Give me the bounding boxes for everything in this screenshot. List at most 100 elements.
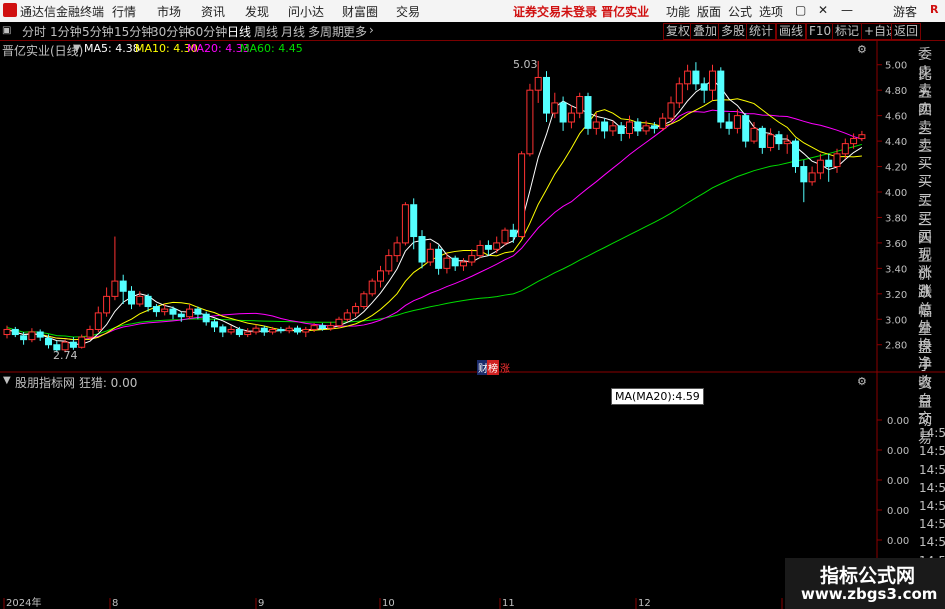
side-label: 14:56	[919, 462, 945, 477]
candle-down	[177, 313, 185, 318]
candle-up	[858, 134, 866, 140]
r-icon[interactable]: R	[930, 3, 938, 16]
candle-down	[20, 335, 28, 341]
y-tick-label: 3.60	[885, 239, 907, 250]
candle-down	[144, 295, 152, 308]
candle-up	[534, 76, 542, 91]
candle-up	[252, 327, 260, 333]
candle-up	[626, 121, 633, 134]
badge-bang[interactable]: 榜	[487, 360, 499, 375]
candle-up	[767, 134, 775, 148]
candle-up	[310, 325, 318, 330]
biaoji-button[interactable]: 标记	[832, 23, 863, 40]
candle-up	[667, 102, 675, 119]
side-label: 14:56	[919, 499, 945, 513]
candle-up	[468, 255, 476, 263]
candle-up	[269, 328, 277, 333]
menu-hangqing[interactable]: 行情	[112, 3, 136, 20]
menu-faxian[interactable]: 发现	[245, 3, 269, 20]
candle-down	[11, 328, 19, 336]
indicator-settings-icon[interactable]: ⚙	[857, 375, 867, 388]
ind-tick-label: 0.00	[887, 536, 909, 547]
ma5-legend: MA5: 4.38	[84, 42, 140, 55]
tongji-button[interactable]: 统计	[746, 23, 777, 40]
candle-down	[584, 96, 592, 129]
high-annotation: 5.03	[513, 58, 538, 71]
period-daily[interactable]: 日线	[227, 23, 251, 40]
candle-down	[194, 308, 202, 315]
menu-wenxiaoda[interactable]: 问小达	[288, 3, 324, 20]
candle-down	[800, 166, 808, 183]
huaxian-button[interactable]: 画线	[776, 23, 807, 40]
candle-down	[235, 328, 243, 336]
candle-up	[501, 229, 509, 244]
y-tick-label: 2.80	[885, 341, 907, 352]
candle-up	[526, 89, 534, 155]
panel-icon[interactable]: ▣	[2, 25, 11, 36]
candle-down	[451, 257, 459, 267]
candle-down	[692, 70, 700, 85]
close-small-icon[interactable]: ✕	[818, 3, 828, 17]
menu-gongshi[interactable]: 公式	[728, 3, 752, 20]
candle-down	[211, 321, 218, 328]
candle-down	[717, 70, 725, 123]
menu-caifuquan[interactable]: 财富圈	[342, 3, 378, 20]
candle-up	[642, 125, 650, 132]
kline-chart[interactable]: 5.00 4.80 4.60 4.40 4.20 4.00 3.80 3.60 3.40 3.20…	[0, 40, 945, 609]
badge-zhang[interactable]: 涨	[500, 360, 510, 375]
date-axis: 2024年891011121	[3, 596, 790, 609]
menu-zixun[interactable]: 资讯	[201, 3, 225, 20]
restore-icon[interactable]: ▢	[795, 3, 806, 17]
candle-up	[3, 328, 11, 336]
period-5min[interactable]: 5分钟	[82, 23, 114, 40]
period-60min[interactable]: 60分钟	[188, 23, 227, 40]
period-30min[interactable]: 30分钟	[151, 23, 190, 40]
menu-jiaoyi[interactable]: 交易	[396, 3, 420, 20]
ind-tick-label: 0.00	[887, 416, 909, 427]
menu-gongneng[interactable]: 功能	[666, 3, 690, 20]
settings-gear-icon[interactable]: ⚙	[857, 43, 867, 56]
duogu-button[interactable]: 多股	[718, 23, 749, 40]
period-monthly[interactable]: 月线	[281, 23, 305, 40]
candle-up	[360, 293, 368, 308]
candle-up	[377, 270, 384, 282]
candle-down	[410, 204, 418, 238]
period-weekly[interactable]: 周线	[254, 23, 278, 40]
minimize-icon[interactable]: —	[841, 3, 853, 17]
candle-up	[103, 295, 111, 314]
expand-chevron-icon[interactable]: ▼	[73, 43, 81, 54]
indicator-title: 股朋指标网 狂猎: 0.00	[15, 376, 138, 390]
candle-up	[28, 331, 36, 341]
candle-up	[659, 117, 667, 129]
f10-button[interactable]: F10	[806, 23, 835, 40]
period-fenshi[interactable]: 分时	[22, 23, 46, 40]
candle-up	[493, 242, 501, 250]
period-1min[interactable]: 1分钟	[50, 23, 82, 40]
candle-up	[186, 308, 194, 318]
candle-up	[783, 140, 791, 145]
menu-banmian[interactable]: 版面	[697, 3, 721, 20]
diejia-button[interactable]: 叠加	[690, 23, 721, 40]
side-label: 14:56	[919, 535, 945, 550]
more-chevron-icon[interactable]: ›	[369, 23, 374, 37]
indicator-axis: 0.000.000.000.000.000.00	[877, 416, 909, 577]
candle-up	[841, 143, 849, 155]
period-multi[interactable]: 多周期	[308, 23, 344, 40]
candle-up	[352, 306, 360, 314]
menu-shichang[interactable]: 市场	[157, 3, 181, 20]
menu-xuanxiang[interactable]: 选项	[759, 3, 783, 20]
fanhui-button[interactable]: 返回	[891, 23, 922, 40]
period-more[interactable]: 更多	[343, 23, 367, 40]
candle-down	[484, 244, 492, 250]
candle-down	[543, 76, 550, 114]
candle-up	[244, 331, 252, 336]
candle-up	[592, 121, 600, 129]
indicator-collapse-icon[interactable]: ▼	[3, 375, 11, 386]
period-15min[interactable]: 15分钟	[114, 23, 153, 40]
candle-up	[675, 83, 683, 104]
ind-tick-label: 0.00	[887, 476, 909, 487]
fuquan-button[interactable]: 复权	[663, 23, 694, 40]
user-label[interactable]: 游客	[893, 3, 917, 20]
x-tick-label: 8	[112, 598, 118, 609]
candle-up	[78, 336, 86, 348]
